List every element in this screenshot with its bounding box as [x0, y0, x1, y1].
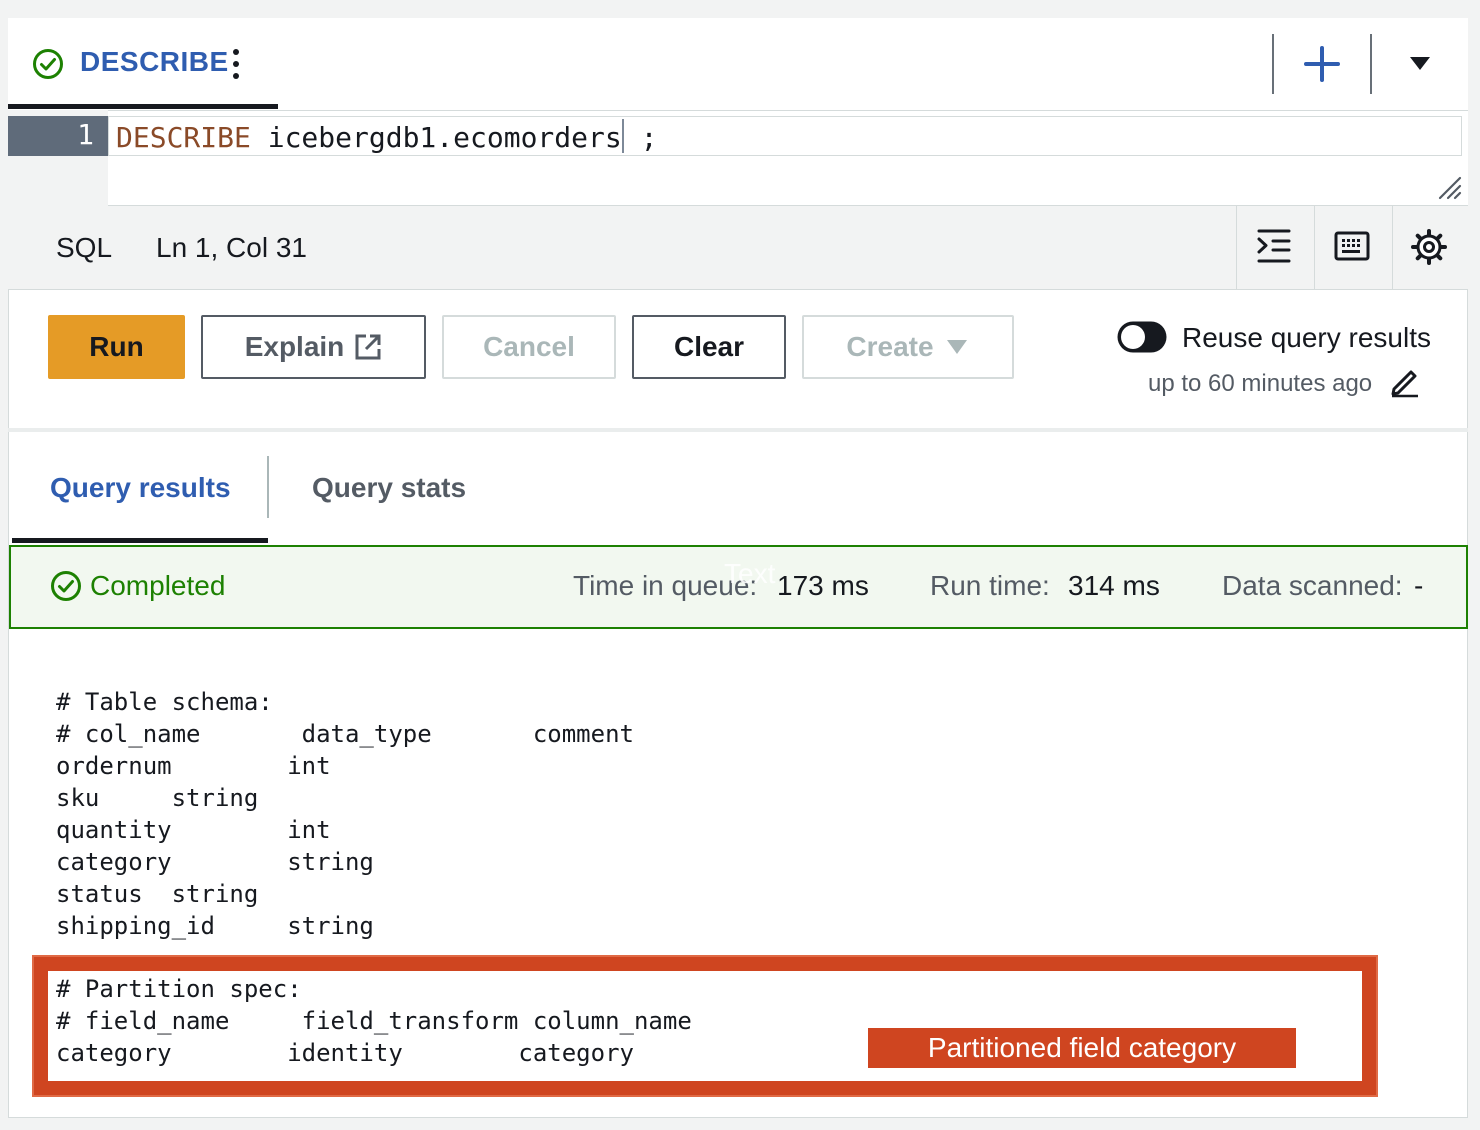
external-link-icon [355, 334, 381, 360]
explain-button[interactable]: Explain [201, 315, 426, 379]
kebab-menu-icon[interactable] [228, 46, 244, 82]
active-tab-indicator [8, 104, 278, 109]
create-button-label: Create [846, 331, 934, 362]
reuse-results-duration: up to 60 minutes ago [1148, 370, 1373, 397]
create-button[interactable]: Create [802, 315, 1014, 379]
caret-down-icon[interactable] [1398, 48, 1442, 80]
run-time-value: 314 ms [1068, 570, 1160, 601]
line-number: 1 [77, 118, 94, 151]
sql-keyword: DESCRIBE [116, 121, 251, 154]
results-tab-separator [267, 456, 269, 518]
explain-button-label: Explain [244, 331, 345, 362]
active-tab-indicator [12, 538, 268, 543]
plus-icon[interactable] [1298, 40, 1346, 88]
section-divider [8, 428, 1468, 432]
cancel-button[interactable]: Cancel [442, 315, 616, 379]
query-tab-title[interactable]: DESCRIBE [80, 46, 229, 78]
tab-query-stats[interactable]: Query stats [312, 472, 466, 504]
status-bar-separator [1314, 206, 1315, 290]
clear-button[interactable]: Clear [632, 315, 786, 379]
keyboard-icon[interactable] [1334, 230, 1370, 262]
run-time-label: Run time: [930, 570, 1050, 601]
data-scanned-value: - [1414, 570, 1424, 601]
check-circle-icon [33, 49, 63, 79]
gear-icon[interactable] [1410, 228, 1448, 266]
partition-highlight-box [34, 957, 1376, 1095]
run-button[interactable]: Run [48, 315, 185, 379]
caret-down-icon [946, 340, 967, 354]
sql-identifier: icebergdb1.ecomorders [250, 121, 622, 154]
tab-query-results[interactable]: Query results [50, 472, 231, 504]
data-scanned-label: Data scanned: [1222, 570, 1403, 601]
sql-terminator: ; [623, 121, 658, 154]
language-mode: SQL [56, 232, 113, 263]
tab-bar-separator [1272, 34, 1274, 94]
reuse-results-label: Reuse query results [1182, 322, 1432, 353]
run-button-label: Run [89, 331, 144, 362]
reuse-results-toggle[interactable] [1116, 320, 1168, 354]
tab-bar-separator [1370, 34, 1372, 94]
overlay-text: Text [724, 558, 776, 589]
edit-icon[interactable] [1388, 364, 1422, 398]
status-text: Completed [90, 570, 226, 601]
status-bar-separator [1392, 206, 1393, 290]
annotation-label: Partitioned field category [868, 1028, 1296, 1068]
cursor-position: Ln 1, Col 31 [156, 232, 307, 263]
cancel-button-label: Cancel [483, 331, 575, 362]
format-query-icon[interactable] [1256, 228, 1292, 266]
table-schema-output: # Table schema: # col_name data_type com… [56, 688, 634, 940]
resize-handle-icon[interactable] [1436, 176, 1464, 200]
time-in-queue-value: 173 ms [777, 570, 869, 601]
clear-button-label: Clear [673, 331, 745, 362]
check-circle-icon [51, 571, 81, 601]
status-bar-separator [1236, 206, 1237, 290]
code-line[interactable]: DESCRIBE icebergdb1.ecomorders ; [116, 119, 657, 154]
